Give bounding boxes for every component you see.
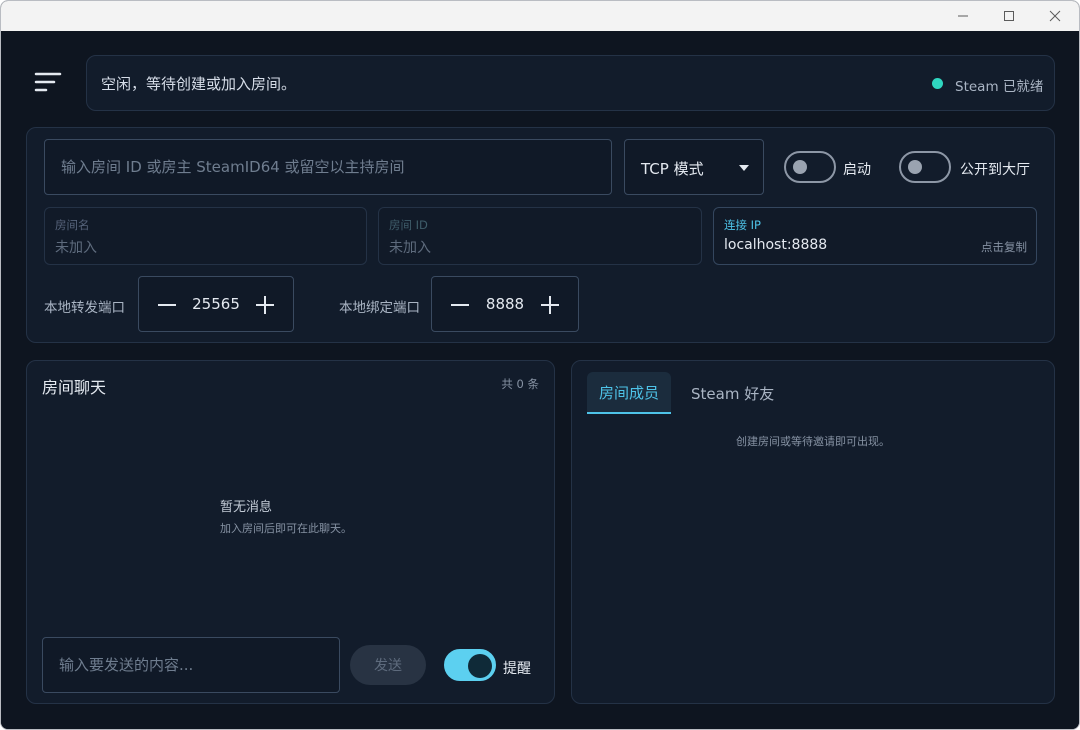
connection-config-panel: TCP 模式 启动 公开到大厅 房间名 未加入 房间 ID 未加入 连接 IP … bbox=[26, 127, 1055, 343]
room-name-field: 房间名 未加入 bbox=[44, 207, 367, 265]
public-lobby-toggle-label: 公开到大厅 bbox=[960, 162, 1030, 178]
app-body: 空闲，等待创建或加入房间。 Steam 已就绪 TCP 模式 启动 公开到大厅 … bbox=[1, 31, 1079, 729]
remind-toggle-label: 提醒 bbox=[503, 661, 531, 677]
chat-empty-title: 暂无消息 bbox=[220, 500, 273, 515]
room-name-value: 未加入 bbox=[55, 240, 97, 256]
toggle-knob bbox=[793, 160, 807, 174]
chat-input[interactable] bbox=[43, 638, 339, 692]
room-id-caption: 房间 ID bbox=[389, 218, 428, 232]
room-chat-panel: 房间聊天 共 0 条 暂无消息 加入房间后即可在此聊天。 发送 提醒 bbox=[26, 360, 555, 704]
chat-message-count: 共 0 条 bbox=[501, 377, 539, 391]
mode-select-value: TCP 模式 bbox=[641, 160, 704, 178]
minimize-icon[interactable] bbox=[940, 1, 986, 31]
connect-ip-field[interactable]: 连接 IP localhost:8888 点击复制 bbox=[713, 207, 1037, 265]
remind-toggle[interactable] bbox=[444, 649, 496, 681]
public-lobby-toggle[interactable] bbox=[899, 151, 951, 183]
room-id-value: 未加入 bbox=[389, 240, 431, 256]
members-panel: 房间成员 Steam 好友 创建房间或等待邀请即可出现。 bbox=[571, 360, 1055, 704]
bind-port-stepper: 8888 bbox=[431, 276, 579, 332]
steam-status-dot bbox=[932, 78, 943, 89]
steam-status-text: Steam 已就绪 bbox=[955, 79, 1044, 95]
copy-ip-button[interactable]: 点击复制 bbox=[981, 239, 1027, 255]
mode-select[interactable]: TCP 模式 bbox=[624, 139, 764, 195]
room-id-input[interactable] bbox=[45, 140, 611, 194]
chat-title: 房间聊天 bbox=[42, 378, 107, 397]
bind-port-label: 本地绑定端口 bbox=[339, 300, 420, 316]
chat-input-field[interactable] bbox=[42, 637, 340, 693]
forward-port-label: 本地转发端口 bbox=[44, 300, 125, 316]
toggle-knob bbox=[468, 654, 492, 678]
members-empty-text: 创建房间或等待邀请即可出现。 bbox=[736, 435, 890, 448]
plus-icon[interactable] bbox=[253, 293, 277, 317]
maximize-icon[interactable] bbox=[986, 1, 1032, 31]
start-toggle[interactable] bbox=[784, 151, 836, 183]
app-window: 空闲，等待创建或加入房间。 Steam 已就绪 TCP 模式 启动 公开到大厅 … bbox=[0, 0, 1080, 730]
status-bar: 空闲，等待创建或加入房间。 Steam 已就绪 bbox=[86, 55, 1055, 111]
close-icon[interactable] bbox=[1032, 1, 1078, 31]
tab-steam-friends[interactable]: Steam 好友 bbox=[679, 372, 786, 414]
send-button[interactable]: 发送 bbox=[350, 645, 426, 685]
chat-empty-subtitle: 加入房间后即可在此聊天。 bbox=[220, 522, 352, 535]
caret-down-icon bbox=[739, 165, 749, 171]
menu-icon[interactable] bbox=[31, 69, 65, 99]
title-bar bbox=[1, 1, 1079, 31]
start-toggle-label: 启动 bbox=[843, 162, 871, 178]
room-id-field: 房间 ID 未加入 bbox=[378, 207, 702, 265]
connect-ip-caption: 连接 IP bbox=[724, 218, 761, 232]
status-text: 空闲，等待创建或加入房间。 bbox=[101, 75, 297, 93]
forward-port-stepper: 25565 bbox=[138, 276, 294, 332]
toggle-knob bbox=[908, 160, 922, 174]
plus-icon[interactable] bbox=[538, 293, 562, 317]
room-name-caption: 房间名 bbox=[55, 218, 90, 232]
connect-ip-value: localhost:8888 bbox=[724, 237, 828, 253]
tab-room-members[interactable]: 房间成员 bbox=[587, 372, 671, 414]
room-id-input-field[interactable] bbox=[44, 139, 612, 195]
